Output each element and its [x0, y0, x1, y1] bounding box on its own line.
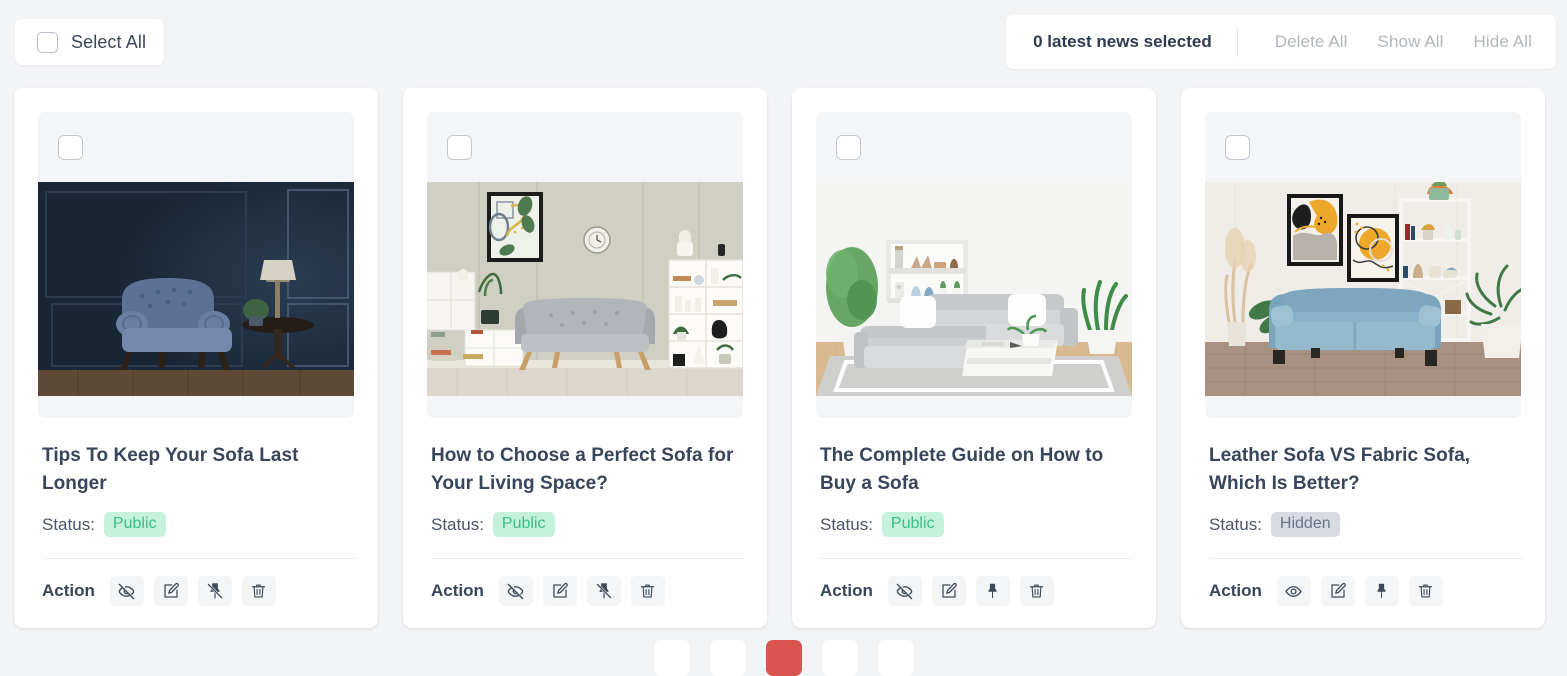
pin-icon: [984, 582, 1001, 600]
card-divider: [42, 558, 356, 560]
hide-article-button[interactable]: [498, 576, 533, 607]
eye-off-icon: [117, 582, 136, 601]
card-media-panel: [38, 112, 354, 418]
card-media-panel: [816, 112, 1132, 418]
pin-icon: [1373, 582, 1390, 600]
hide-all-button[interactable]: Hide All: [1459, 32, 1532, 52]
checkbox-unchecked-icon[interactable]: [58, 135, 83, 160]
hide-article-button[interactable]: [887, 576, 922, 607]
checkbox-unchecked-icon[interactable]: [1225, 135, 1250, 160]
action-label: Action: [1209, 581, 1262, 601]
card-body: The Complete Guide on How to Buy a Sofa S…: [820, 442, 1134, 607]
card-body: Leather Sofa VS Fabric Sofa, Which Is Be…: [1209, 442, 1523, 607]
card-body: How to Choose a Perfect Sofa for Your Li…: [431, 442, 745, 607]
status-label: Status:: [1209, 514, 1262, 534]
card-title: How to Choose a Perfect Sofa for Your Li…: [431, 445, 734, 494]
news-card[interactable]: The Complete Guide on How to Buy a Sofa S…: [792, 88, 1156, 628]
card-media-panel: [427, 112, 743, 418]
card-thumbnail: [1205, 182, 1521, 396]
delete-article-button[interactable]: [241, 576, 276, 607]
card-thumbnail: [427, 182, 743, 396]
card-action-row: Action: [42, 576, 356, 607]
card-divider: [431, 558, 745, 560]
trash-icon: [1417, 582, 1434, 600]
edit-article-button[interactable]: [1320, 576, 1355, 607]
select-all-control[interactable]: Select All: [15, 19, 165, 65]
card-action-row: Action: [431, 576, 745, 607]
news-card[interactable]: Leather Sofa VS Fabric Sofa, Which Is Be…: [1181, 88, 1545, 628]
pin-off-icon: [206, 582, 224, 600]
card-status-row: Status: Hidden: [1209, 512, 1523, 538]
card-title: The Complete Guide on How to Buy a Sofa: [820, 445, 1104, 494]
pagination-page-button[interactable]: [653, 640, 690, 676]
status-label: Status:: [820, 514, 873, 534]
trash-icon: [639, 582, 656, 600]
card-divider: [820, 558, 1134, 560]
card-status-row: Status: Public: [42, 512, 356, 538]
pagination-page-button[interactable]: [821, 640, 858, 676]
status-badge: Public: [103, 512, 166, 538]
status-label: Status:: [42, 514, 95, 534]
status-label: Status:: [431, 514, 484, 534]
eye-off-icon: [506, 582, 525, 601]
news-card-grid: Tips To Keep Your Sofa Last Longer Status…: [14, 88, 1554, 628]
pagination: [0, 640, 1567, 676]
edit-article-button[interactable]: [153, 576, 188, 607]
card-title: Tips To Keep Your Sofa Last Longer: [42, 445, 299, 494]
edit-article-button[interactable]: [542, 576, 577, 607]
eye-off-icon: [895, 582, 914, 601]
trash-icon: [250, 582, 267, 600]
action-label: Action: [42, 581, 95, 601]
card-status-row: Status: Public: [431, 512, 745, 538]
toolbar-divider: [1236, 27, 1238, 57]
card-divider: [1209, 558, 1523, 560]
unpin-article-button[interactable]: [197, 576, 232, 607]
status-badge: Public: [492, 512, 555, 538]
card-body: Tips To Keep Your Sofa Last Longer Status…: [42, 442, 356, 607]
delete-article-button[interactable]: [630, 576, 665, 607]
news-card[interactable]: Tips To Keep Your Sofa Last Longer Status…: [14, 88, 378, 628]
pagination-page-button[interactable]: [765, 640, 802, 676]
pin-article-button[interactable]: [975, 576, 1010, 607]
card-status-row: Status: Public: [820, 512, 1134, 538]
edit-article-button[interactable]: [931, 576, 966, 607]
card-media-panel: [1205, 112, 1521, 418]
show-article-button[interactable]: [1276, 576, 1311, 607]
checkbox-unchecked-icon[interactable]: [37, 31, 58, 53]
pin-article-button[interactable]: [1364, 576, 1399, 607]
show-all-button[interactable]: Show All: [1363, 32, 1459, 52]
card-title: Leather Sofa VS Fabric Sofa, Which Is Be…: [1209, 445, 1471, 494]
checkbox-unchecked-icon[interactable]: [447, 135, 472, 160]
page-toolbar: Select All 0 latest news selected Delete…: [0, 0, 1567, 84]
eye-icon: [1284, 582, 1303, 601]
delete-all-button[interactable]: Delete All: [1260, 32, 1363, 52]
trash-icon: [1028, 582, 1045, 600]
card-action-row: Action: [1209, 576, 1523, 607]
edit-square-icon: [551, 582, 569, 600]
select-all-label: Select All: [71, 31, 147, 52]
selected-count-text: 0 latest news selected: [1033, 32, 1212, 51]
delete-article-button[interactable]: [1019, 576, 1054, 607]
edit-square-icon: [940, 582, 958, 600]
checkbox-unchecked-icon[interactable]: [836, 135, 861, 160]
pagination-page-button[interactable]: [877, 640, 914, 676]
delete-article-button[interactable]: [1408, 576, 1443, 607]
news-card[interactable]: How to Choose a Perfect Sofa for Your Li…: [403, 88, 767, 628]
status-badge: Public: [881, 512, 944, 538]
card-thumbnail: [38, 182, 354, 396]
pin-off-icon: [595, 582, 613, 600]
bulk-actions-bar: 0 latest news selected Delete All Show A…: [1006, 15, 1556, 69]
card-action-row: Action: [820, 576, 1134, 607]
unpin-article-button[interactable]: [586, 576, 621, 607]
hide-article-button[interactable]: [109, 576, 144, 607]
card-thumbnail: [816, 182, 1132, 396]
status-badge: Hidden: [1270, 512, 1340, 538]
action-label: Action: [820, 581, 873, 601]
edit-square-icon: [162, 582, 180, 600]
edit-square-icon: [1329, 582, 1347, 600]
pagination-page-button[interactable]: [709, 640, 746, 676]
action-label: Action: [431, 581, 484, 601]
